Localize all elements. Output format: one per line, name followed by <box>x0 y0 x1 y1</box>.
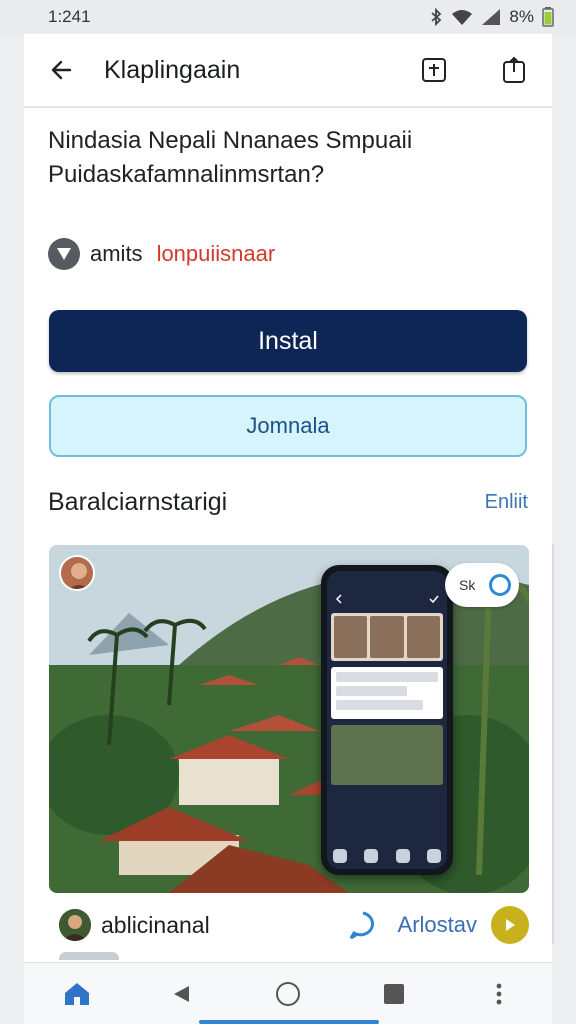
post-action-link[interactable]: Arlostav <box>398 912 477 938</box>
secondary-button[interactable]: Jomnala <box>49 395 527 457</box>
phone-status-bar <box>327 571 447 585</box>
bottom-nav <box>24 962 552 1024</box>
page-title-line-2: Puidaskafamnalinmsrtan? <box>48 161 325 188</box>
signal-icon <box>482 9 501 25</box>
scrollbar-track[interactable] <box>552 544 554 944</box>
circle-toggle-icon <box>489 574 512 596</box>
app-title: Klaplingaain <box>104 55 241 84</box>
status-icons: 8% <box>429 7 554 27</box>
meta-row: amits lonpuiisnaar <box>48 238 275 270</box>
phone-back-icon <box>335 594 342 604</box>
author-name[interactable]: amits <box>90 241 143 267</box>
more-vertical-icon[interactable] <box>479 974 519 1014</box>
app-window: Klaplingaain Nindasia Nepali Nnanaes Smp… <box>24 34 552 1024</box>
next-item-peek <box>59 952 119 960</box>
phone-check-icon <box>429 595 439 604</box>
phone-nav <box>333 849 441 863</box>
media-preview[interactable]: Sk <box>49 545 529 893</box>
circle-home-icon[interactable] <box>268 974 308 1014</box>
section-link[interactable]: Enliit <box>485 491 528 514</box>
chat-bubble-icon[interactable] <box>348 910 378 940</box>
page-title-line-1: Nindasia Nepali Nnanaes Smpuaii <box>48 127 413 154</box>
toggle-chip-label: Sk <box>459 577 476 593</box>
status-time: 1:241 <box>48 7 91 26</box>
add-square-icon[interactable] <box>420 56 448 84</box>
toggle-chip[interactable]: Sk <box>445 563 519 607</box>
post-author[interactable]: ablicinanal <box>101 912 348 939</box>
app-bar: Klaplingaain <box>24 34 552 108</box>
post-avatar-image <box>59 909 91 941</box>
status-bar: 1:241 8% <box>0 0 576 34</box>
share-icon[interactable] <box>500 56 528 84</box>
section-title: Baralciarnstarigi <box>48 488 228 516</box>
battery-percent: 8% <box>509 7 534 26</box>
square-recents-icon[interactable] <box>374 974 414 1014</box>
phone-screen <box>327 571 447 869</box>
shield-badge-icon <box>48 238 80 270</box>
post-row: ablicinanal Arlostav <box>59 906 529 944</box>
phone-card <box>331 667 443 719</box>
active-tab-indicator <box>199 1020 379 1024</box>
battery-icon <box>542 7 554 27</box>
phone-app-bar <box>327 585 447 613</box>
play-badge-icon[interactable] <box>491 906 529 944</box>
home-icon[interactable] <box>57 974 97 1014</box>
phone-photo-strip <box>331 613 443 661</box>
bluetooth-icon <box>431 8 442 26</box>
page-title: Nindasia Nepali Nnanaes Smpuaii Puidaska… <box>48 124 538 192</box>
wifi-icon <box>452 10 473 25</box>
back-arrow-icon[interactable] <box>48 56 76 84</box>
category-label[interactable]: lonpuiisnaar <box>157 241 276 267</box>
avatar[interactable] <box>59 555 95 591</box>
phone-mockup <box>321 565 453 875</box>
back-triangle-icon[interactable] <box>162 974 202 1014</box>
install-button[interactable]: Instal <box>49 310 527 372</box>
post-avatar[interactable] <box>59 909 91 941</box>
section-header: Baralciarnstarigi Enliit <box>48 488 528 517</box>
phone-thumbnail <box>331 725 443 785</box>
